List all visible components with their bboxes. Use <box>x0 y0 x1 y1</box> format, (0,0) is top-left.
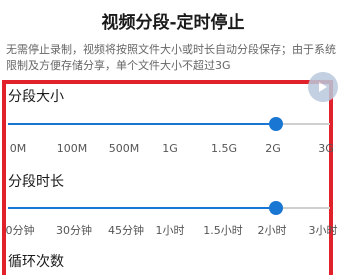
segment-size-tick-label: 100M <box>56 142 88 155</box>
segment-duration-tick-label: 3小时 <box>308 224 338 237</box>
segment-size-tick-label: 500M <box>108 142 140 155</box>
segment-size-slider[interactable] <box>8 117 330 131</box>
segment-duration-tick-label: 0分钟 <box>5 224 35 237</box>
floating-button[interactable] <box>308 72 338 102</box>
segment-duration-tick-label: 1小时 <box>155 224 185 237</box>
segment-duration-tick-label: 30分钟 <box>56 224 92 237</box>
segment-size-tick-label: 0M <box>9 142 27 155</box>
segment-duration-tick-label: 1.5小时 <box>203 224 243 237</box>
segment-size-tick-label: 1G <box>162 142 178 155</box>
play-icon <box>319 82 327 92</box>
segment-duration-tick-label: 2小时 <box>257 224 287 237</box>
segment-duration-tick-label: 45分钟 <box>108 224 144 237</box>
segment-duration-slider-thumb[interactable] <box>269 201 283 215</box>
segment-size-label: 分段大小 <box>8 89 64 105</box>
segment-size-tick-label: 1.5G <box>210 142 238 155</box>
segment-size-slider-thumb[interactable] <box>269 117 283 131</box>
segment-duration-slider-fill <box>8 207 276 209</box>
loop-count-label: 循环次数 <box>8 254 64 270</box>
segment-size-tick-label: 2G <box>265 142 281 155</box>
segment-size-slider-fill <box>8 123 276 125</box>
segment-size-tick-label: 3G <box>318 142 334 155</box>
segment-duration-label: 分段时长 <box>8 174 64 190</box>
page-description: 无需停止录制，视频将按照文件大小或时长自动分段保存；由于系统限制及方便存储分享，… <box>6 43 336 72</box>
segment-duration-slider[interactable] <box>8 201 330 215</box>
page-title: 视频分段-定时停止 <box>101 13 245 33</box>
